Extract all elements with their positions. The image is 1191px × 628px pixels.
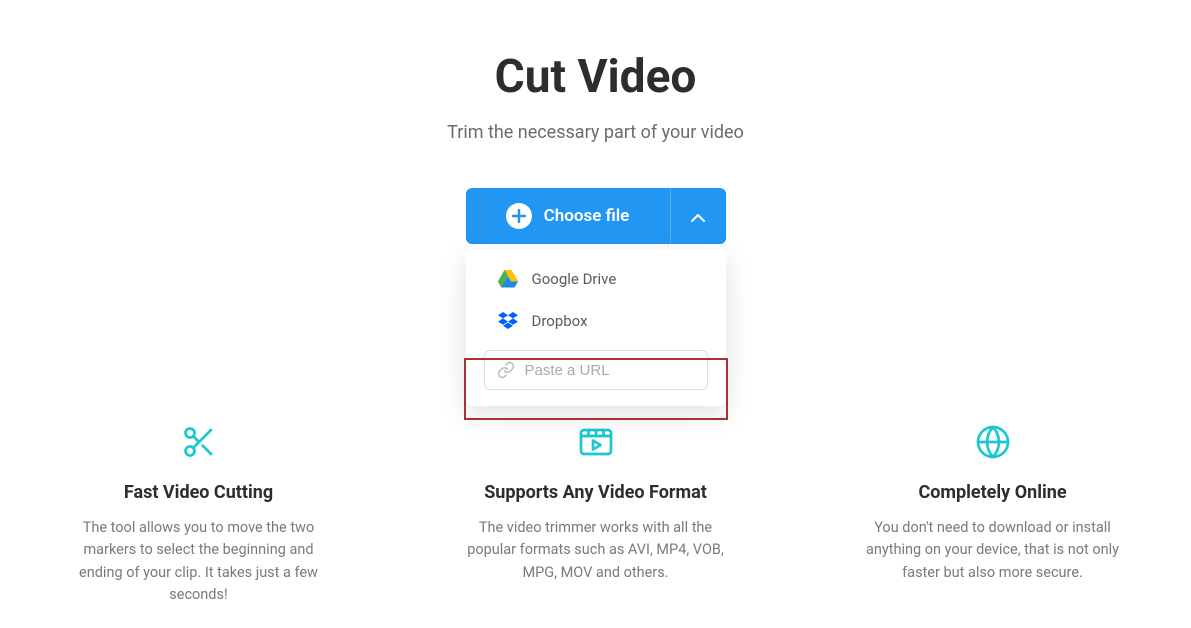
feature-online: Completely Online You don't need to down… [854, 424, 1131, 607]
page-subtitle: Trim the necessary part of your video [0, 122, 1191, 143]
choose-file-label: Choose file [544, 206, 630, 226]
page-title: Cut Video [0, 50, 1191, 104]
feature-fast-cutting: Fast Video Cutting The tool allows you t… [60, 424, 337, 607]
feature-any-format: Supports Any Video Format The video trim… [457, 424, 734, 607]
link-icon [497, 361, 515, 379]
feature-desc: The video trimmer works with all the pop… [457, 517, 734, 584]
feature-title: Supports Any Video Format [457, 482, 734, 503]
scissors-icon [60, 424, 337, 460]
plus-icon [506, 203, 532, 229]
feature-title: Fast Video Cutting [60, 482, 337, 503]
globe-icon [854, 424, 1131, 460]
google-drive-label: Google Drive [532, 270, 617, 288]
url-input[interactable] [525, 362, 724, 379]
dropbox-label: Dropbox [532, 312, 588, 330]
choose-file-dropdown-toggle[interactable] [670, 188, 726, 244]
feature-desc: The tool allows you to move the two mark… [60, 517, 337, 607]
file-source-dropdown: Google Drive Dropbox [466, 250, 726, 406]
feature-title: Completely Online [854, 482, 1131, 503]
source-google-drive[interactable]: Google Drive [466, 258, 726, 300]
chevron-up-icon [691, 207, 705, 226]
google-drive-icon [498, 270, 518, 288]
dropbox-icon [498, 312, 518, 330]
feature-desc: You don't need to download or install an… [854, 517, 1131, 584]
film-icon [457, 424, 734, 460]
choose-file-button[interactable]: Choose file [466, 188, 670, 244]
source-dropbox[interactable]: Dropbox [466, 300, 726, 342]
